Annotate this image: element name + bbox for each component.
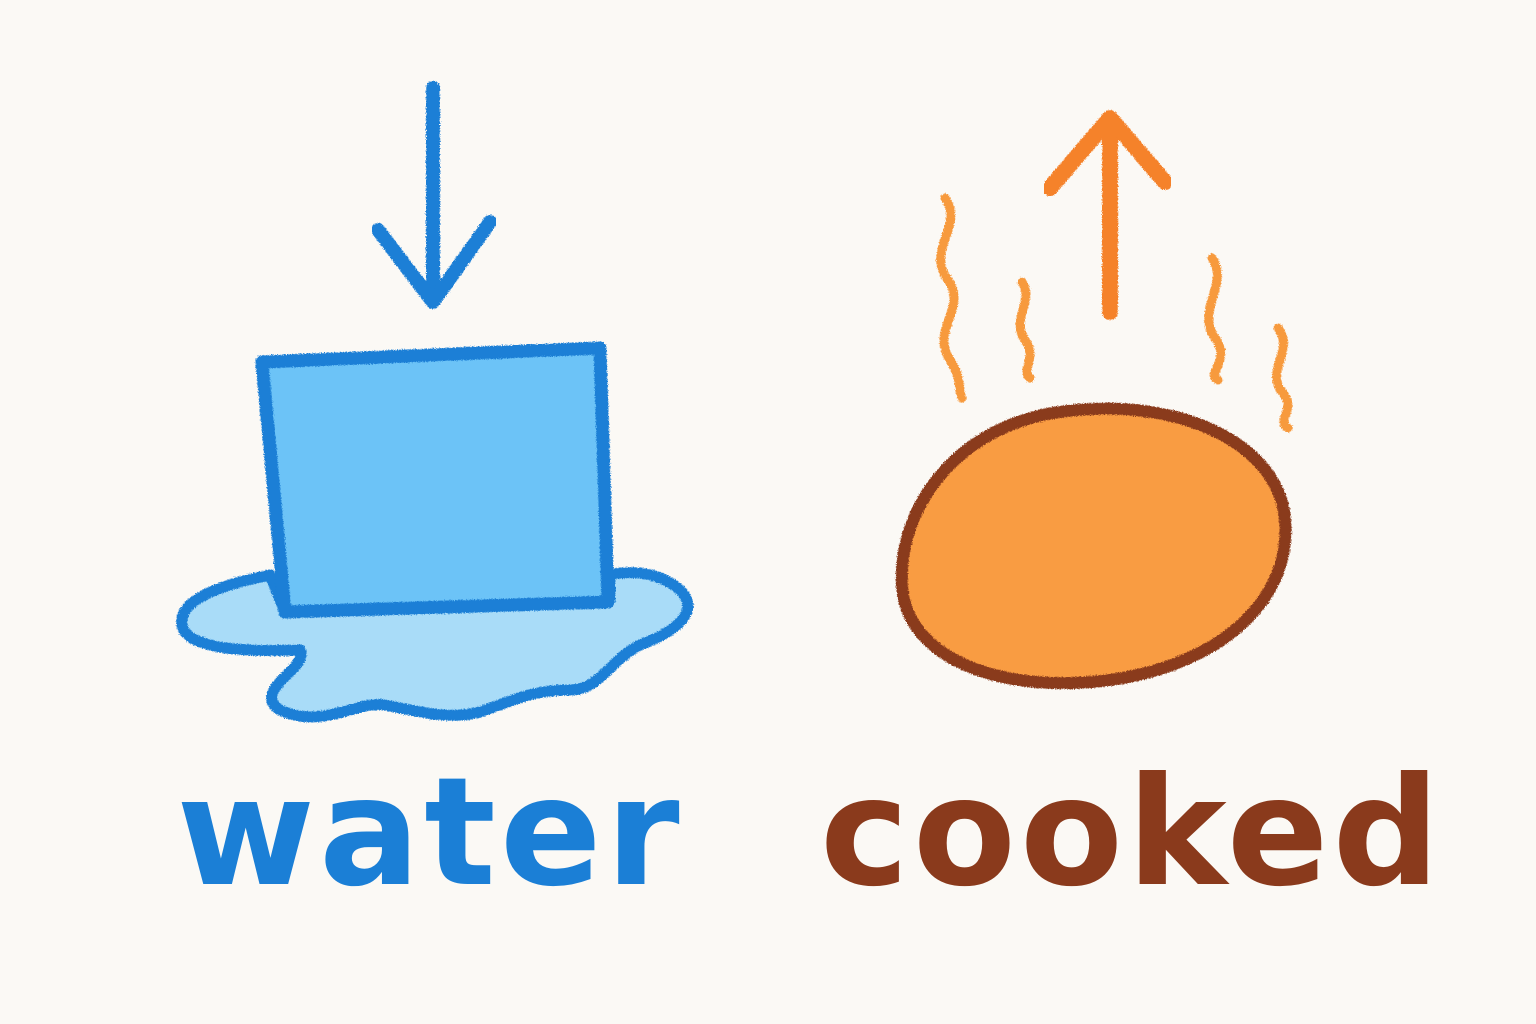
down-arrow-icon [371, 81, 497, 309]
ice-cube-icon [255, 341, 615, 619]
up-arrow-icon [1042, 110, 1173, 320]
diagram-canvas: water cooked [0, 0, 1536, 1024]
water-label: water [176, 746, 684, 920]
egg-icon [895, 402, 1292, 690]
cooked-label: cooked [820, 746, 1444, 920]
